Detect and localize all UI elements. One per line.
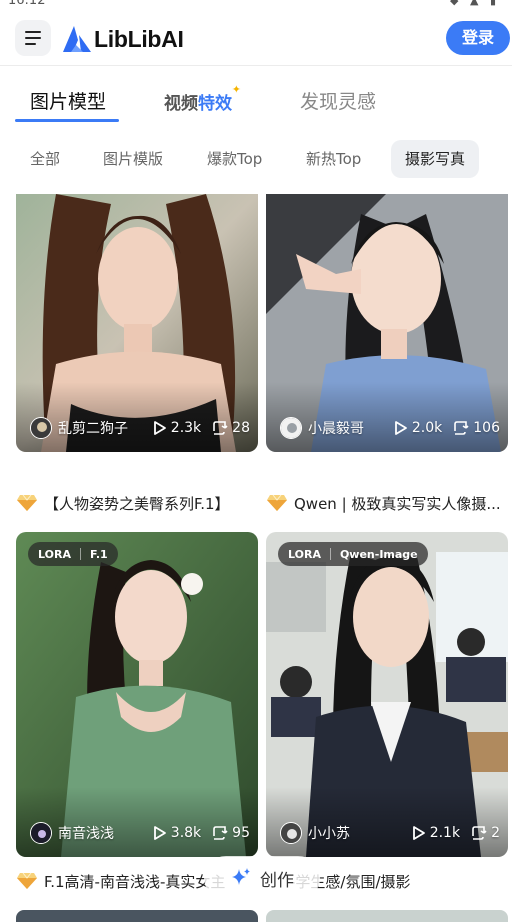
remix-count: 106 [452, 420, 500, 436]
play-count: 2.3k [152, 420, 201, 436]
badge-base: F.1 [89, 547, 108, 561]
tab-discover[interactable]: 发现灵感 [300, 87, 376, 114]
remix-count: 2 [470, 825, 500, 841]
remix-icon [454, 421, 469, 435]
remix-count: 28 [211, 420, 250, 436]
model-card[interactable]: 小晨毅哥 2.0k 106 [266, 194, 508, 452]
badge-base: Qwen-Image [339, 547, 418, 561]
logo-text: LibLibAI [94, 25, 184, 52]
badge-type: LORA [288, 547, 321, 561]
gem-icon [267, 494, 287, 511]
play-count: 2.1k [411, 825, 460, 841]
model-badges: LORA Qwen-Image [278, 542, 428, 566]
liblib-logo-icon [63, 26, 91, 52]
menu-button[interactable] [15, 20, 51, 56]
author-name[interactable]: 小小苏 [308, 823, 350, 843]
play-icon [153, 826, 166, 840]
gem-icon [17, 494, 37, 511]
create-button[interactable]: 创作 [204, 856, 320, 900]
card-meta: 小晨毅哥 2.0k 106 [280, 416, 500, 440]
next-card-peek [16, 910, 258, 922]
category-chips: 全部 图片模版 爆款Top 新热Top 摄影写真 [0, 140, 512, 178]
author-name[interactable]: 南音浅浅 [58, 823, 114, 843]
card-meta: 小小苏 2.1k 2 [280, 821, 500, 845]
model-card[interactable]: LORA F.1 南音浅浅 3.8k 95 [16, 532, 258, 857]
badge-type: LORA [38, 547, 71, 561]
tab-video-effects[interactable]: 视频特效 ✦ [164, 83, 241, 114]
main-tabs: 图片模型 视频特效 ✦ 发现灵感 [0, 67, 512, 127]
card-title[interactable]: -学生感/氛围/摄影 [290, 869, 510, 893]
card-meta: 南音浅浅 3.8k 95 [30, 821, 250, 845]
chip-image-templates[interactable]: 图片模版 [103, 140, 163, 178]
gem-icon [17, 872, 37, 889]
app-logo[interactable]: LibLibAI [62, 24, 184, 54]
status-icons: ◆ ▲ ▮ [450, 0, 500, 7]
chip-new-top[interactable]: 新热Top [306, 140, 361, 178]
card-meta: 乱剪二狗子 2.3k 28 [30, 416, 250, 440]
author-name[interactable]: 小晨毅哥 [308, 418, 364, 438]
play-icon [394, 421, 407, 435]
avatar[interactable] [280, 417, 302, 439]
card-title[interactable]: Qwen | 极致真实写实人像摄... [266, 491, 510, 515]
avatar[interactable] [30, 822, 52, 844]
remix-icon [213, 421, 228, 435]
model-card[interactable]: 乱剪二狗子 2.3k 28 [16, 194, 258, 452]
model-badges: LORA F.1 [28, 542, 118, 566]
tab-image-models[interactable]: 图片模型 [30, 87, 106, 114]
status-bar: 16:12 ◆ ▲ ▮ [0, 0, 512, 14]
play-count: 3.8k [152, 825, 201, 841]
play-icon [412, 826, 425, 840]
model-card[interactable]: LORA Qwen-Image 小小苏 2.1k 2 [266, 532, 508, 857]
active-tab-indicator [15, 119, 119, 122]
sparkle-icon [232, 868, 250, 885]
play-icon [153, 421, 166, 435]
sparkle-icon: ✦ [231, 83, 241, 96]
next-card-peek [266, 910, 508, 922]
play-count: 2.0k [393, 420, 442, 436]
status-time: 16:12 [8, 0, 46, 8]
author-name[interactable]: 乱剪二狗子 [58, 418, 128, 438]
create-label: 创作 [260, 870, 294, 891]
chip-photography[interactable]: 摄影写真 [391, 140, 480, 178]
chip-all[interactable]: 全部 [30, 140, 60, 178]
tab-video-label: 视频 [164, 94, 198, 114]
tab-video-highlight: 特效 [198, 94, 232, 114]
app-header: LibLibAI 登录 [0, 14, 512, 66]
remix-icon [213, 826, 228, 840]
remix-count: 95 [211, 825, 250, 841]
chip-hot-top[interactable]: 爆款Top [207, 140, 262, 178]
remix-icon [472, 826, 487, 840]
card-title[interactable]: 【人物姿势之美臀系列F.1】 [16, 491, 258, 515]
avatar[interactable] [280, 822, 302, 844]
avatar[interactable] [30, 417, 52, 439]
login-button[interactable]: 登录 [446, 21, 510, 55]
